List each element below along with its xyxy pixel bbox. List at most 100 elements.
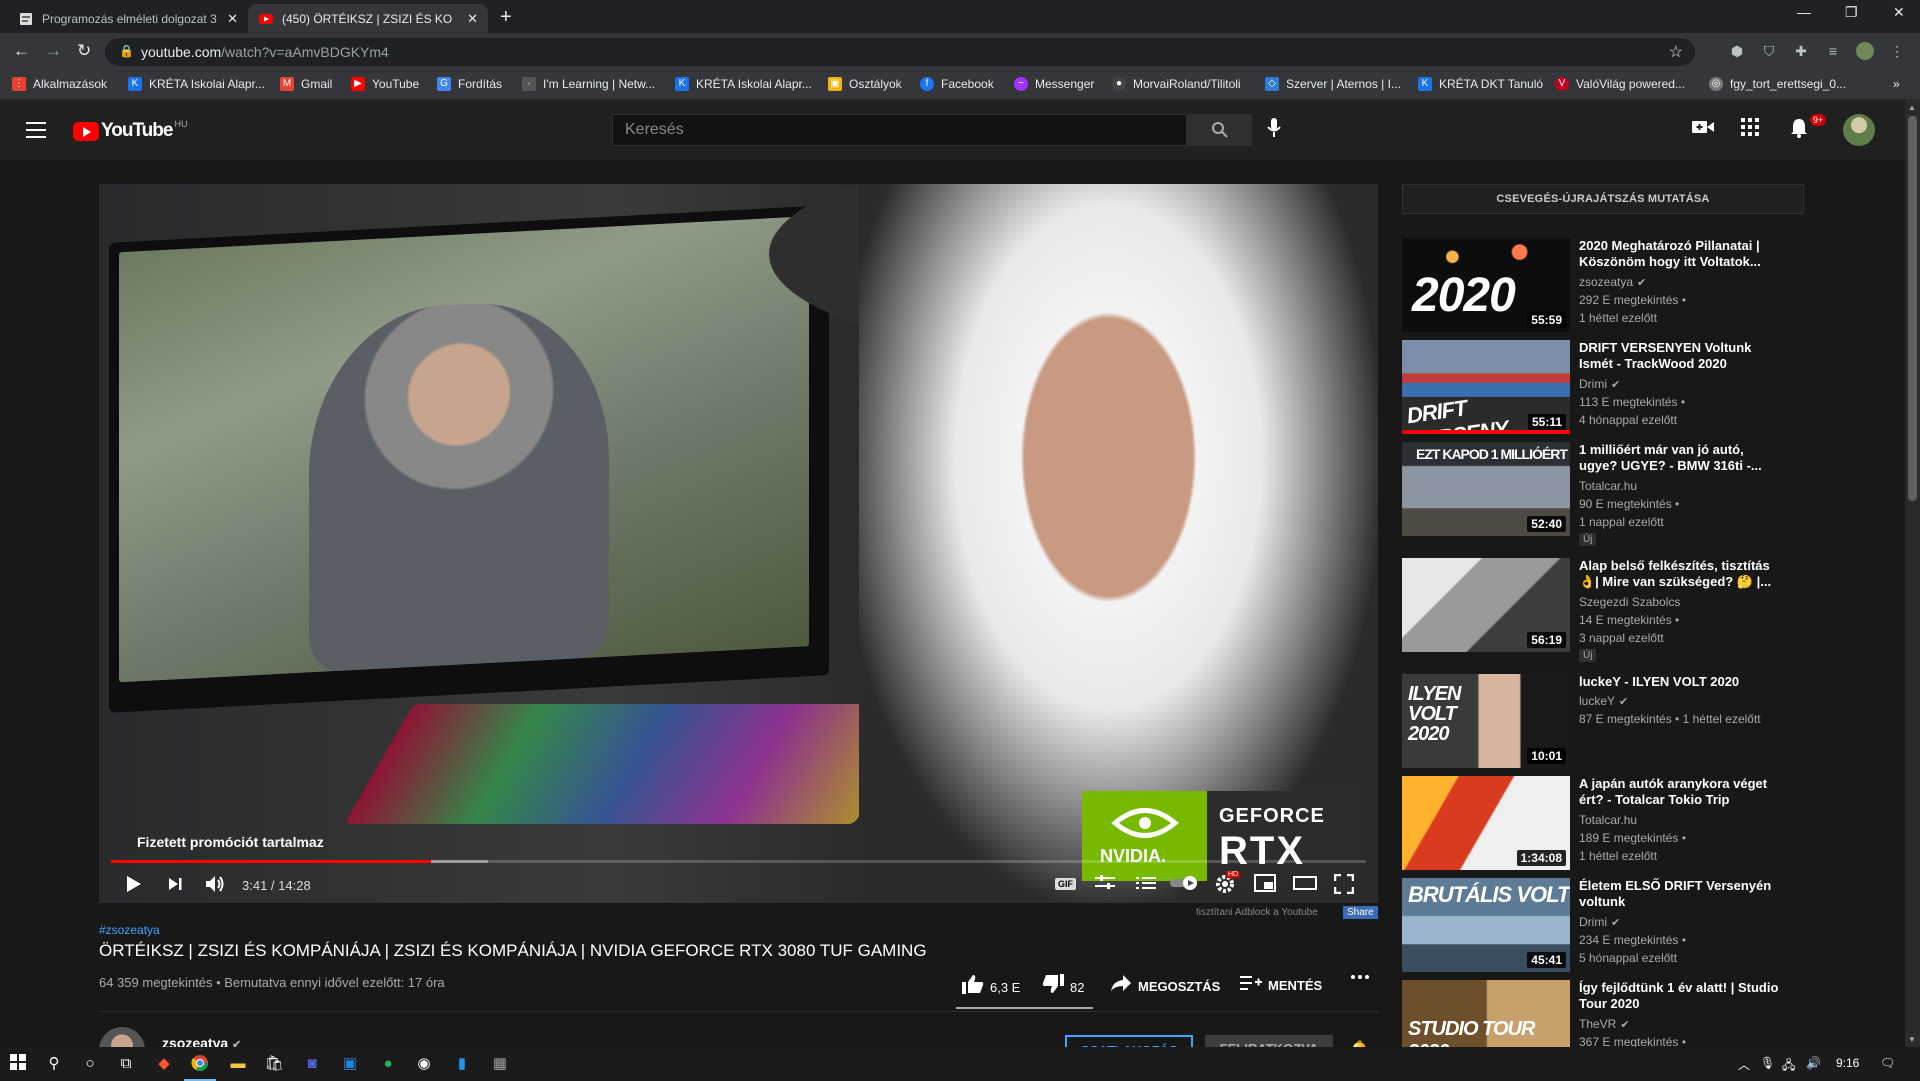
- clock[interactable]: 9:16: [1836, 1056, 1859, 1070]
- equalizer-icon[interactable]: [1095, 874, 1115, 898]
- extension-icon[interactable]: ⬢: [1728, 42, 1746, 60]
- save-button[interactable]: MENTÉS: [1240, 974, 1322, 997]
- bookmark-messenger[interactable]: ~ Messenger: [1014, 77, 1094, 91]
- page-scrollbar[interactable]: ▲ ▼: [1905, 100, 1920, 1047]
- channel-name[interactable]: zsozeatya ✔: [1579, 275, 1646, 289]
- spotify-icon[interactable]: ●: [378, 1054, 398, 1074]
- microphone-tray-icon[interactable]: 🎙: [1760, 1056, 1775, 1070]
- bookmark-netacad[interactable]: · I'm Learning | Netw...: [522, 77, 655, 91]
- bookmark-aternos[interactable]: ◇ Szerver | Aternos | I...: [1265, 77, 1401, 91]
- recommended-video[interactable]: 2020 55:59 2020 Meghatározó Pillanatai |…: [1402, 238, 1872, 332]
- video-title[interactable]: 1 milliőért már van jó autó, ugye? UGYE?…: [1579, 442, 1784, 474]
- cortana-icon[interactable]: ○: [80, 1054, 100, 1074]
- video-thumbnail[interactable]: DRIFT VERSENY 55:11: [1402, 340, 1570, 434]
- account-avatar[interactable]: [1843, 114, 1875, 146]
- youtube-logo[interactable]: YouTube HU: [73, 119, 187, 142]
- search-input[interactable]: [613, 115, 1186, 145]
- chat-replay-button[interactable]: CSEVEGÉS-ÚJRAJÁTSZÁS MUTATÁSA: [1402, 184, 1804, 214]
- close-icon[interactable]: ✕: [227, 11, 238, 27]
- word-doc-icon[interactable]: ▮: [452, 1054, 472, 1074]
- channel-name[interactable]: Drimi ✔: [1579, 377, 1620, 391]
- theater-mode-icon[interactable]: [1293, 874, 1317, 898]
- recommended-video[interactable]: ILYEN VOLT 2020 10:01 luckeY - ILYEN VOL…: [1402, 674, 1872, 768]
- miniplayer-icon[interactable]: [1254, 874, 1276, 898]
- play-icon[interactable]: [125, 874, 143, 900]
- create-video-icon[interactable]: [1692, 118, 1714, 141]
- microphone-icon[interactable]: [1267, 118, 1281, 144]
- channel-name[interactable]: Totalcar.hu: [1579, 479, 1637, 493]
- bookmark-forditas[interactable]: G Fordítás: [437, 77, 502, 91]
- chapters-icon[interactable]: [1136, 874, 1156, 898]
- adblock-share-button[interactable]: Share: [1343, 906, 1378, 919]
- calculator-icon[interactable]: ▦: [490, 1054, 510, 1074]
- search-button[interactable]: [1187, 114, 1252, 146]
- windows-start-icon[interactable]: [8, 1054, 28, 1074]
- shield-icon[interactable]: ⛉: [1760, 42, 1778, 60]
- video-thumbnail[interactable]: 56:19: [1402, 558, 1570, 652]
- apps-grid-icon[interactable]: [1741, 118, 1759, 142]
- notifications-bell-icon[interactable]: [1790, 118, 1808, 144]
- task-view-icon[interactable]: ⧉: [116, 1054, 136, 1074]
- video-thumbnail[interactable]: 1:34:08: [1402, 776, 1570, 870]
- bookmark-github[interactable]: ● MorvaiRoland/Tilitoli: [1112, 77, 1241, 91]
- brave-browser-icon[interactable]: ◆: [154, 1054, 174, 1074]
- channel-name[interactable]: Totalcar.hu: [1579, 813, 1637, 827]
- steam-icon[interactable]: ◉: [414, 1054, 434, 1074]
- video-title[interactable]: DRIFT VERSENYEN Voltunk Ismét - TrackWoo…: [1579, 340, 1784, 372]
- fullscreen-icon[interactable]: [1333, 873, 1355, 900]
- bookmark-facebook[interactable]: f Facebook: [920, 77, 994, 91]
- app-icon[interactable]: ▣: [340, 1054, 360, 1074]
- recommended-video[interactable]: 56:19 Alap belső felkészítés, tisztítás …: [1402, 558, 1872, 662]
- network-icon[interactable]: 🖧: [1782, 1056, 1795, 1077]
- video-player[interactable]: NVIDIA. GEFORCE RTX Fizetett promóciót t…: [99, 184, 1378, 903]
- video-thumbnail[interactable]: 2020 55:59: [1402, 238, 1570, 332]
- bookmark-kreta-2[interactable]: K KRÉTA Iskolai Alapr...: [675, 77, 812, 91]
- bookmark-apps[interactable]: ⋮ Alkalmazások: [12, 77, 107, 91]
- channel-name[interactable]: TheVR ✔: [1579, 1017, 1630, 1031]
- like-button[interactable]: 6,3 E: [962, 974, 1020, 1000]
- store-icon[interactable]: 🛍: [264, 1054, 284, 1074]
- file-explorer-icon[interactable]: ▬: [228, 1054, 248, 1074]
- recommended-video[interactable]: STUDIO TOUR 2020 Így fejlődtünk 1 év ala…: [1402, 980, 1872, 1047]
- action-center-icon[interactable]: 🗨: [1880, 1056, 1895, 1070]
- recommended-video[interactable]: BRUTÁLIS VOLT 45:41 Életem ELSŐ DRIFT Ve…: [1402, 878, 1872, 972]
- media-queue-icon[interactable]: ≡: [1824, 42, 1842, 60]
- bookmark-osztalyok[interactable]: ▣ Osztályok: [828, 77, 902, 91]
- tab-youtube[interactable]: (450) ÖRTÉIKSZ | ZSIZI ÉS KO ✕: [248, 4, 488, 33]
- bookmark-valovilag[interactable]: V ValóVilág powered...: [1555, 77, 1685, 91]
- bookmark-star-icon[interactable]: ☆: [1669, 42, 1683, 62]
- more-actions-icon[interactable]: [1350, 974, 1370, 980]
- bookmark-fgy-tort[interactable]: ◎ fgy_tort_erettsegi_0...: [1709, 77, 1846, 91]
- gif-button[interactable]: GIF: [1055, 878, 1076, 890]
- address-bar[interactable]: 🔒 youtube.com/watch?v=aAmvBDGKYm4 ☆: [105, 38, 1695, 66]
- bookmark-kreta[interactable]: K KRÉTA Iskolai Alapr...: [128, 77, 265, 91]
- discord-icon[interactable]: ◙: [302, 1054, 322, 1074]
- volume-icon[interactable]: [205, 874, 227, 900]
- video-thumbnail[interactable]: BRUTÁLIS VOLT 45:41: [1402, 878, 1570, 972]
- tray-expand-icon[interactable]: ︿: [1738, 1056, 1750, 1073]
- bookmark-kreta-dkt[interactable]: K KRÉTA DKT Tanuló: [1418, 77, 1543, 91]
- close-icon[interactable]: ✕: [467, 11, 478, 27]
- scroll-up-icon[interactable]: ▲: [1908, 103, 1916, 112]
- next-icon[interactable]: [167, 874, 183, 900]
- video-title[interactable]: Életem ELSŐ DRIFT Versenyén voltunk: [1579, 878, 1784, 910]
- close-window-icon[interactable]: ✕: [1893, 4, 1905, 21]
- channel-name[interactable]: Drimi ✔: [1579, 915, 1620, 929]
- puzzle-icon[interactable]: ✚: [1792, 42, 1810, 60]
- profile-icon[interactable]: [1856, 42, 1874, 60]
- forward-icon[interactable]: →: [45, 41, 62, 61]
- scroll-down-icon[interactable]: ▼: [1908, 1035, 1916, 1044]
- video-thumbnail[interactable]: STUDIO TOUR 2020: [1402, 980, 1570, 1047]
- channel-name[interactable]: Szegezdi Szabolcs: [1579, 595, 1680, 609]
- restore-icon[interactable]: ❐: [1845, 4, 1858, 21]
- volume-tray-icon[interactable]: 🔊: [1806, 1056, 1821, 1070]
- dislike-button[interactable]: 82: [1042, 974, 1084, 1000]
- minimize-icon[interactable]: —: [1797, 4, 1811, 20]
- video-title[interactable]: Alap belső felkészítés, tisztítás 👌| Mir…: [1579, 558, 1784, 590]
- video-title[interactable]: luckeY - ILYEN VOLT 2020: [1579, 674, 1784, 690]
- new-tab-button[interactable]: +: [500, 6, 512, 29]
- chrome-icon[interactable]: [184, 1054, 216, 1081]
- recommended-video[interactable]: EZT KAPOD 1 MILLIÓÉRT 52:40 1 milliőért …: [1402, 442, 1872, 546]
- video-thumbnail[interactable]: EZT KAPOD 1 MILLIÓÉRT 52:40: [1402, 442, 1570, 536]
- back-icon[interactable]: ←: [13, 41, 30, 61]
